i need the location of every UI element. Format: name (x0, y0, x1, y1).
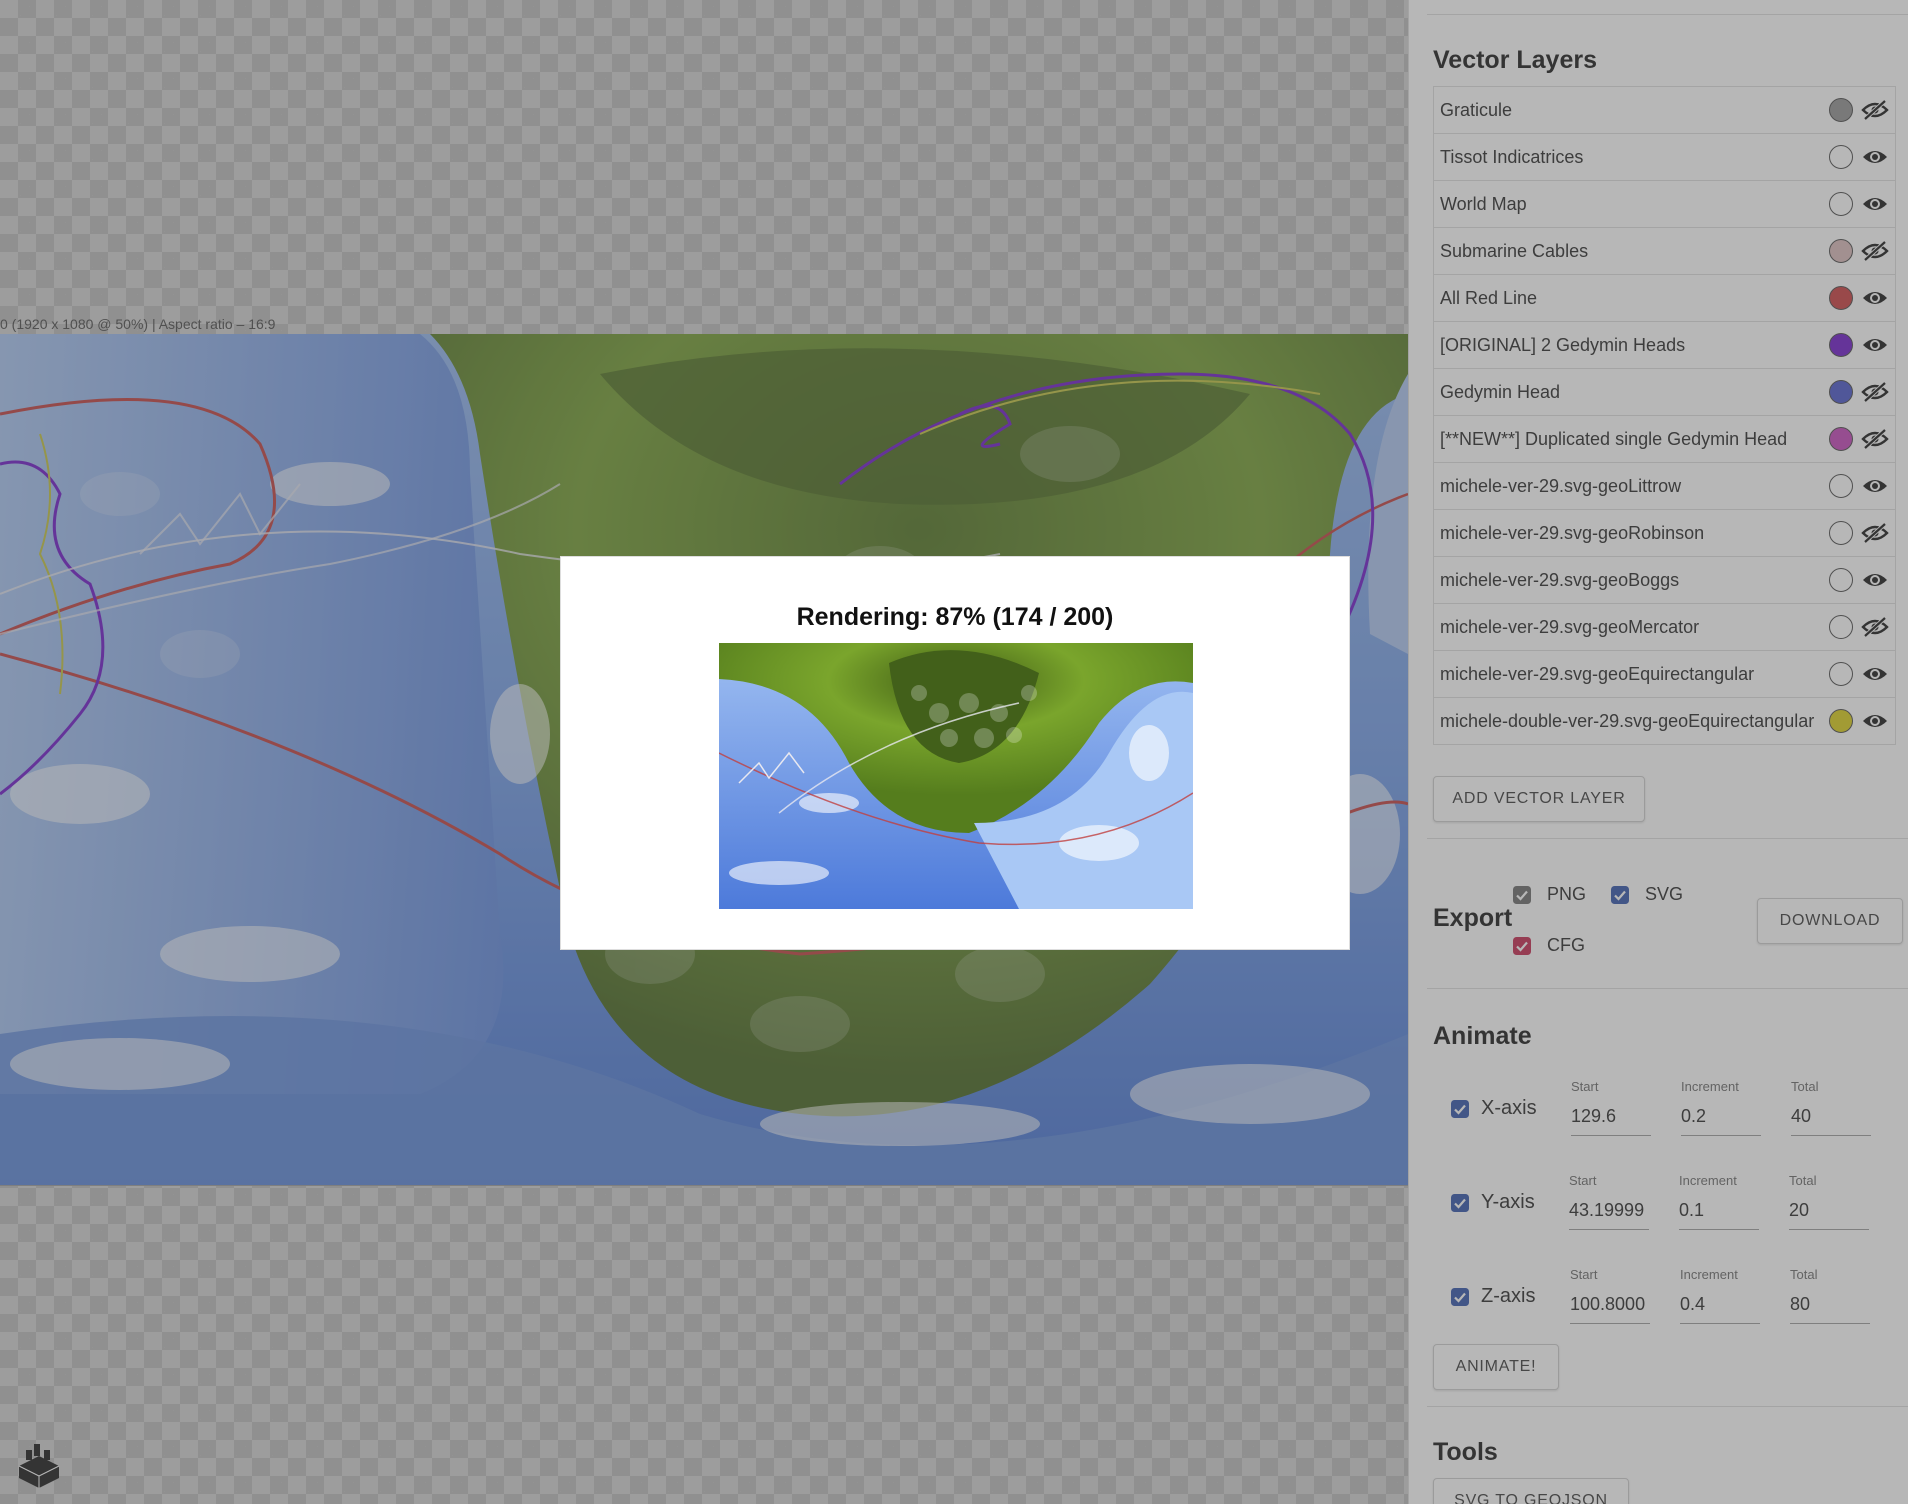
rendering-preview-image (719, 643, 1193, 909)
rendering-progress-modal: Rendering: 87% (174 / 200) (560, 556, 1350, 950)
rendering-progress-title: Rendering: 87% (174 / 200) (796, 603, 1114, 631)
